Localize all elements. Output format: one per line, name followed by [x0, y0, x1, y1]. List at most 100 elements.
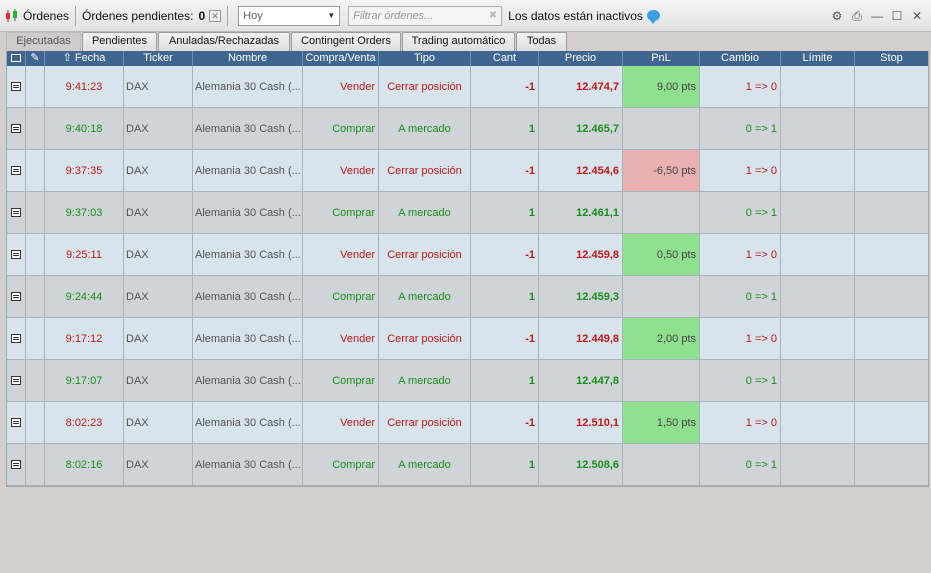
- column-precio-header[interactable]: Precio: [539, 51, 623, 66]
- column-cambio-header[interactable]: Cambio: [700, 51, 781, 66]
- row-change: 1 => 0: [700, 234, 781, 276]
- window-controls: ⚙ ⎙ — ☐ ✕: [825, 0, 925, 32]
- date-range-select[interactable]: Hoy ▼: [238, 5, 341, 26]
- table-row[interactable]: 9:24:44 DAX Alemania 30 Cash (... Comprar A …: [7, 276, 928, 318]
- row-price: 12.447,8: [539, 360, 623, 402]
- column-compra-venta-header[interactable]: Compra/Venta: [303, 51, 379, 66]
- print-icon[interactable]: ⎙: [849, 8, 865, 24]
- order-details-icon[interactable]: [11, 334, 21, 343]
- row-quantity: -1: [471, 234, 539, 276]
- column-tipo-header[interactable]: Tipo: [379, 51, 471, 66]
- tab-pendientes[interactable]: Pendientes: [82, 32, 157, 51]
- row-type: Cerrar posición: [379, 402, 471, 444]
- order-details-icon[interactable]: [11, 208, 21, 217]
- table-row[interactable]: 9:17:07 DAX Alemania 30 Cash (... Comprar A …: [7, 360, 928, 402]
- orders-title: Órdenes: [23, 8, 70, 23]
- row-details-cell: [7, 192, 26, 234]
- column-settings-header[interactable]: ✎: [26, 51, 45, 66]
- row-stop: [855, 192, 928, 234]
- details-list-icon: [11, 54, 21, 62]
- tab-trading-automatico[interactable]: Trading automático: [402, 32, 515, 51]
- row-time: 9:17:12: [45, 318, 124, 360]
- row-pnl: 0,50 pts: [623, 234, 700, 276]
- row-change: 0 => 1: [700, 444, 781, 486]
- column-fecha-header[interactable]: ⇧ Fecha: [45, 51, 124, 66]
- row-name: Alemania 30 Cash (...: [193, 444, 303, 486]
- row-details-cell: [7, 360, 26, 402]
- row-pnl: 1,50 pts: [623, 402, 700, 444]
- row-change: 0 => 1: [700, 360, 781, 402]
- table-row[interactable]: 9:41:23 DAX Alemania 30 Cash (... Vender Cer…: [7, 66, 928, 108]
- row-price: 12.459,8: [539, 234, 623, 276]
- minimize-icon[interactable]: —: [869, 8, 885, 24]
- row-pnl: [623, 360, 700, 402]
- row-side: Comprar: [303, 444, 379, 486]
- info-bubble-icon[interactable]: [646, 10, 660, 24]
- tab-anuladas-rechazadas[interactable]: Anuladas/Rechazadas: [158, 32, 290, 51]
- clear-filter-icon[interactable]: ✖: [489, 10, 497, 21]
- wrench-icon: ✎: [30, 52, 40, 64]
- row-pnl: [623, 276, 700, 318]
- order-details-icon[interactable]: [11, 376, 21, 385]
- row-price: 12.508,6: [539, 444, 623, 486]
- filter-orders-placeholder: Filtrar órdenes...: [353, 9, 434, 22]
- grid-header: ✎ ⇧ Fecha Ticker Nombre Compra/Venta Tip…: [7, 51, 928, 66]
- row-blank-cell: [26, 444, 45, 486]
- row-limit: [781, 444, 855, 486]
- tab-contingent-orders[interactable]: Contingent Orders: [291, 32, 401, 51]
- orders-title-group: Órdenes: [0, 0, 69, 31]
- row-pnl: [623, 192, 700, 234]
- close-icon[interactable]: ✕: [909, 8, 925, 24]
- row-pnl: [623, 108, 700, 150]
- column-cant-header[interactable]: Cant: [471, 51, 539, 66]
- row-price: 12.454,6: [539, 150, 623, 192]
- sort-up-icon: ⇧: [62, 52, 72, 64]
- table-row[interactable]: 9:37:35 DAX Alemania 30 Cash (... Vender Cer…: [7, 150, 928, 192]
- row-time: 9:40:18: [45, 108, 124, 150]
- order-details-icon[interactable]: [11, 460, 21, 469]
- row-side: Comprar: [303, 192, 379, 234]
- row-name: Alemania 30 Cash (...: [193, 234, 303, 276]
- row-name: Alemania 30 Cash (...: [193, 402, 303, 444]
- order-details-icon[interactable]: [11, 124, 21, 133]
- table-row[interactable]: 9:17:12 DAX Alemania 30 Cash (... Vender Cer…: [7, 318, 928, 360]
- table-row[interactable]: 8:02:16 DAX Alemania 30 Cash (... Comprar A …: [7, 444, 928, 486]
- column-stop-header[interactable]: Stop: [855, 51, 928, 66]
- row-limit: [781, 318, 855, 360]
- maximize-icon[interactable]: ☐: [889, 8, 905, 24]
- row-details-cell: [7, 66, 26, 108]
- table-row[interactable]: 9:37:03 DAX Alemania 30 Cash (... Comprar A …: [7, 192, 928, 234]
- column-nombre-header[interactable]: Nombre: [193, 51, 303, 66]
- tab-todas[interactable]: Todas: [516, 32, 567, 51]
- row-time: 9:37:35: [45, 150, 124, 192]
- row-ticker: DAX: [124, 402, 193, 444]
- data-status-text: Los datos están inactivos: [508, 8, 643, 23]
- row-details-cell: [7, 150, 26, 192]
- row-blank-cell: [26, 150, 45, 192]
- tab-ejecutadas[interactable]: Ejecutadas: [6, 32, 81, 51]
- row-change: 1 => 0: [700, 318, 781, 360]
- table-row[interactable]: 9:25:11 DAX Alemania 30 Cash (... Vender Cer…: [7, 234, 928, 276]
- filter-orders-input[interactable]: Filtrar órdenes... ✖: [348, 5, 503, 26]
- column-details-header[interactable]: [7, 51, 26, 66]
- orders-toolbar: Órdenes Órdenes pendientes: 0 ✕ Hoy ▼ Fi…: [0, 0, 931, 32]
- column-pnl-header[interactable]: PnL: [623, 51, 700, 66]
- table-row[interactable]: 8:02:23 DAX Alemania 30 Cash (... Vender Cer…: [7, 402, 928, 444]
- order-details-icon[interactable]: [11, 82, 21, 91]
- column-limite-header[interactable]: Límite: [781, 51, 855, 66]
- row-price: 12.461,1: [539, 192, 623, 234]
- row-blank-cell: [26, 360, 45, 402]
- row-price: 12.474,7: [539, 66, 623, 108]
- row-limit: [781, 402, 855, 444]
- table-row[interactable]: 9:40:18 DAX Alemania 30 Cash (... Comprar A …: [7, 108, 928, 150]
- row-stop: [855, 66, 928, 108]
- clear-pending-icon[interactable]: ✕: [209, 9, 222, 22]
- order-details-icon[interactable]: [11, 418, 21, 427]
- column-ticker-header[interactable]: Ticker: [124, 51, 193, 66]
- row-time: 9:24:44: [45, 276, 124, 318]
- row-time: 8:02:16: [45, 444, 124, 486]
- settings-wrench-icon[interactable]: ⚙: [829, 8, 845, 24]
- order-details-icon[interactable]: [11, 292, 21, 301]
- order-details-icon[interactable]: [11, 250, 21, 259]
- order-details-icon[interactable]: [11, 166, 21, 175]
